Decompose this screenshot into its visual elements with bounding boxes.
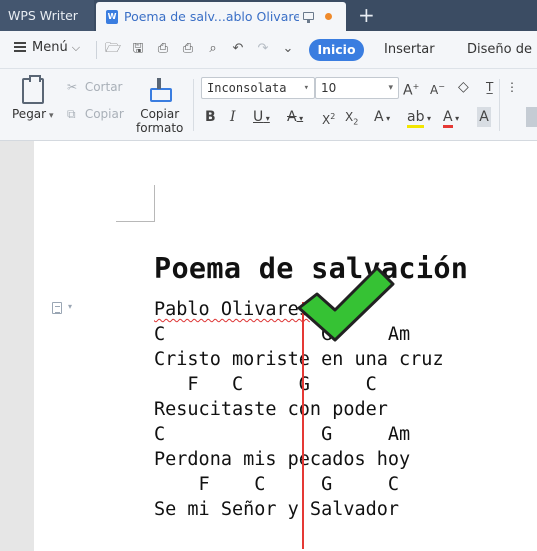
redo-icon[interactable]: ↷ [255, 41, 271, 57]
chevron-down-icon: ⌵ [71, 41, 81, 54]
highlight-icon[interactable]: ab ▾ [407, 107, 431, 128]
format-painter-icon[interactable] [150, 78, 172, 102]
chord-line[interactable]: C G Am [154, 424, 410, 445]
document-tab-title: Poema de salv...ablo Olivares [124, 9, 299, 24]
ribbon-toolbar: Pegar ▾ ✂ Cortar ⧉ Copiar Copiar formato… [0, 69, 537, 141]
grow-font-icon[interactable]: A+ [403, 77, 419, 99]
writer-doc-icon: W [106, 10, 118, 24]
open-folder-icon[interactable]: 🗁 [105, 41, 121, 57]
menu-label: Menú [32, 40, 68, 55]
lyric-line[interactable]: Cristo moriste en una cruz [154, 349, 444, 370]
checkmark-icon [297, 266, 395, 342]
cut-button[interactable]: ✂ Cortar [67, 80, 122, 94]
character-shading-icon[interactable]: A [477, 107, 491, 127]
copy-label: Copiar [84, 107, 124, 121]
font-name-select[interactable]: Inconsolata ▾ [201, 77, 315, 99]
separator [193, 79, 194, 131]
chord-line[interactable]: F C G C [154, 374, 376, 395]
lyric-line[interactable]: Perdona mis pecados hoy [154, 449, 410, 470]
author-line[interactable]: Pablo Olivares [154, 299, 310, 320]
subscript-icon[interactable]: X2 [345, 107, 358, 127]
new-tab-button[interactable]: + [358, 2, 375, 29]
monitor-icon[interactable] [303, 12, 314, 23]
copy-button[interactable]: ⧉ Copiar [67, 107, 124, 122]
paste-icon[interactable] [22, 75, 44, 104]
print-preview-icon[interactable]: ⌕ [205, 41, 221, 57]
font-size-select[interactable]: 10 ▾ [315, 77, 399, 99]
clear-format-icon[interactable]: ◇ [458, 77, 469, 97]
paste-label: Pegar [12, 107, 47, 121]
margin-corner-mark [154, 185, 155, 222]
customize-toolbar-icon[interactable]: ⌄ [280, 41, 296, 57]
title-tab-bar: WPS Writer W Poema de salv...ablo Olivar… [0, 0, 537, 31]
app-tab-wps-writer[interactable]: WPS Writer [0, 0, 94, 31]
format-painter-label-1: Copiar [140, 107, 180, 121]
menu-row: Menú ⌵ 🗁 🖫 ⎙ ⎙ ⌕ ↶ ↷ ⌄ Inicio Insertar Di… [0, 31, 537, 69]
phonetic-guide-icon[interactable]: T̲ [486, 77, 493, 97]
copy-icon: ⧉ [67, 107, 76, 121]
chevron-down-icon: ▾ [388, 83, 393, 93]
undo-icon[interactable]: ↶ [230, 41, 246, 57]
tab-insertar[interactable]: Insertar [384, 39, 435, 61]
format-painter-button[interactable]: Copiar formato [136, 107, 183, 135]
paste-button[interactable]: Pegar ▾ [12, 107, 54, 121]
underline-icon[interactable]: U ▾ [253, 107, 270, 127]
margin-corner-mark [116, 221, 155, 222]
author-text: Pablo Olivares [154, 299, 310, 320]
font-size-value: 10 [321, 81, 337, 95]
tab-inicio[interactable]: Inicio [309, 39, 364, 61]
chevron-down-icon[interactable]: ▾ [68, 302, 72, 311]
scissors-icon: ✂ [67, 80, 78, 94]
lyric-line[interactable]: Se mi Señor y Salvador [154, 499, 399, 520]
save-icon[interactable]: 🖫 [130, 41, 146, 57]
superscript-icon[interactable]: X2 [322, 107, 335, 127]
cut-label: Cortar [84, 80, 123, 94]
main-menu-button[interactable]: Menú ⌵ [14, 40, 80, 55]
separator [96, 41, 97, 59]
text-effect-icon[interactable]: A ▾ [374, 107, 390, 127]
italic-icon[interactable]: I [230, 107, 236, 127]
print-icon[interactable]: ⎙ [180, 41, 196, 57]
separator [499, 79, 500, 131]
chevron-down-icon: ▾ [303, 83, 309, 93]
chord-line[interactable]: F C G C [154, 474, 400, 495]
tab-diseno-de-pagina[interactable]: Diseño de p [467, 39, 537, 61]
unsaved-dot-icon [325, 13, 332, 20]
shrink-font-icon[interactable]: A− [430, 77, 445, 97]
export-pdf-icon[interactable]: ⎙ [155, 41, 171, 57]
font-name-value: Inconsolata [207, 81, 287, 95]
paragraph-layout-icon[interactable] [52, 302, 62, 314]
document-tab[interactable]: W Poema de salv...ablo Olivares [96, 2, 346, 31]
lyric-line[interactable]: Resucitaste con poder [154, 399, 388, 420]
bold-icon[interactable]: B [205, 107, 216, 127]
align-left-icon[interactable] [526, 107, 537, 127]
strikethrough-icon[interactable]: A ▾ [287, 107, 303, 127]
bullets-icon[interactable]: ⋮ [506, 77, 518, 97]
font-color-icon[interactable]: A ▾ [443, 107, 459, 128]
format-painter-label-2: formato [136, 121, 184, 135]
hamburger-icon [14, 42, 26, 52]
